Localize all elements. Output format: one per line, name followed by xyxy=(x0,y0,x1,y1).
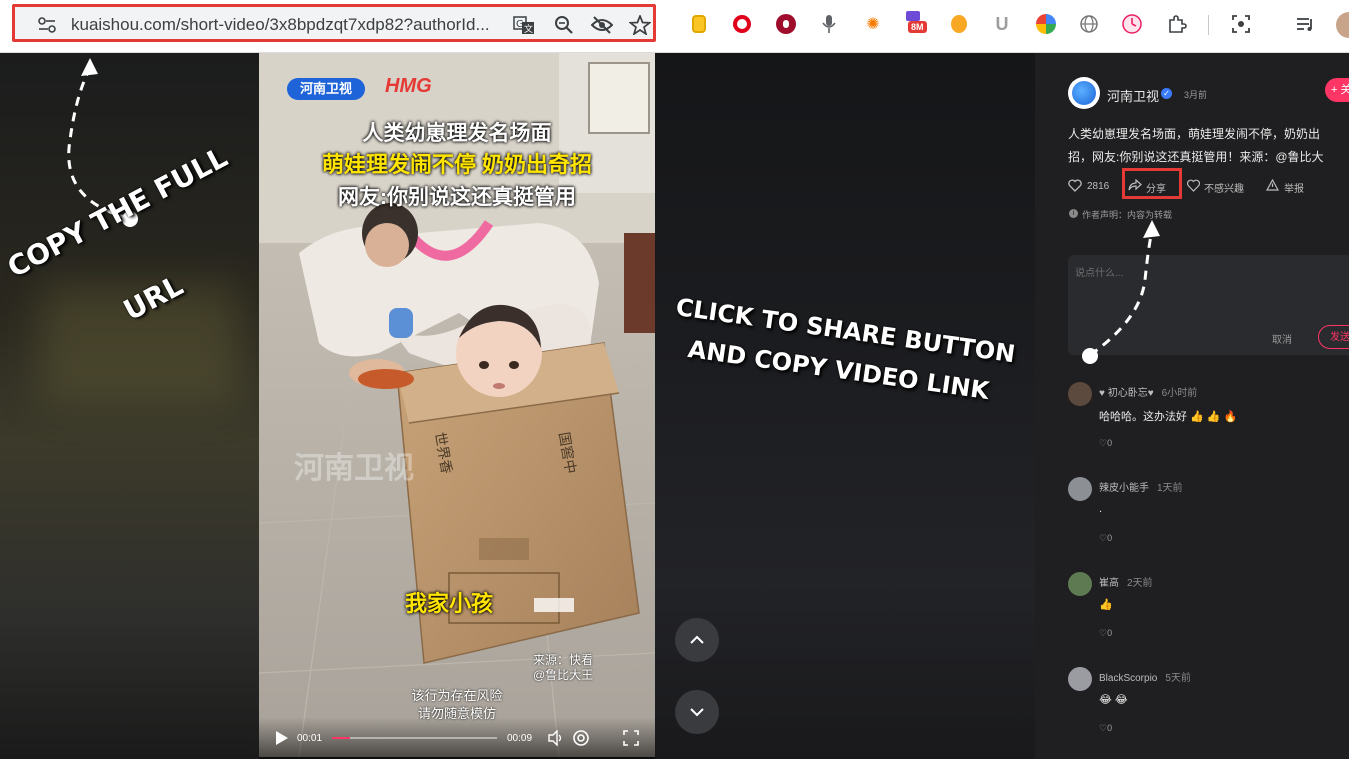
annotation-arrows xyxy=(67,58,1160,364)
arrow-to-share-button xyxy=(1082,220,1160,364)
